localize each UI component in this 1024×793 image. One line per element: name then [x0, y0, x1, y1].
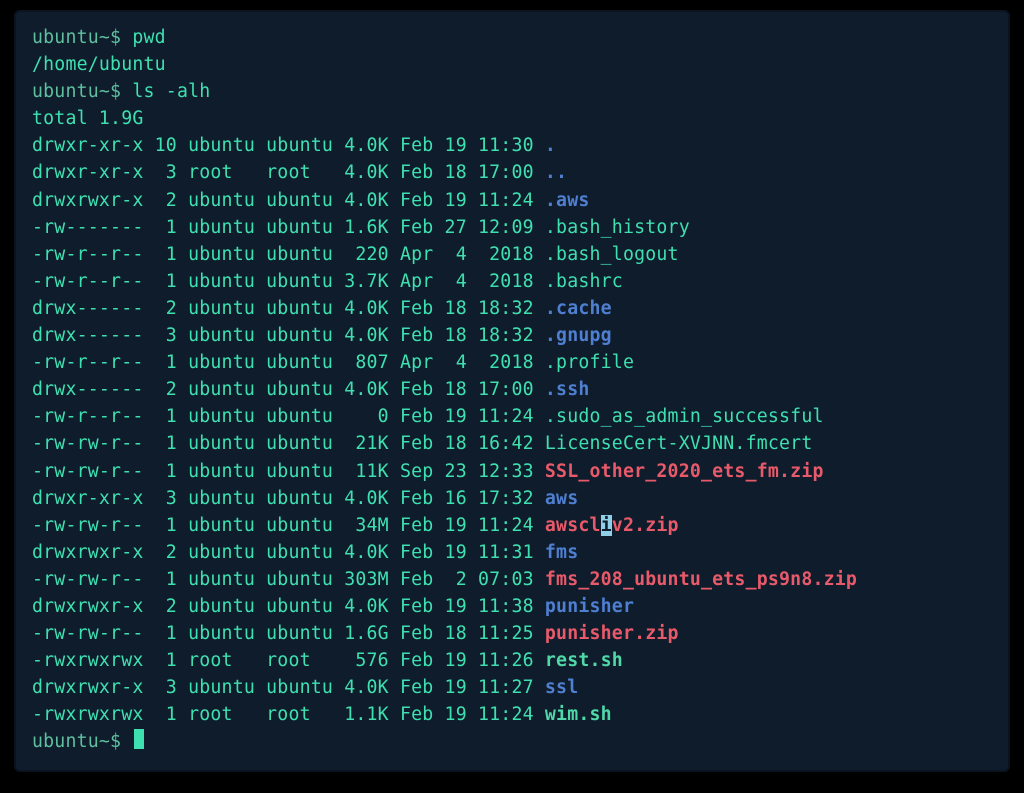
ls-filename: SSL_other_2020_ets_fm.zip [545, 461, 824, 482]
ls-filename: .bash_logout [545, 244, 679, 265]
ls-row: -rwxrwxrwx 1 root root 1.1K Feb 19 11:24… [32, 701, 992, 728]
ls-meta: -rw-r--r-- 1 ubuntu ubuntu 807 Apr 4 201… [32, 352, 545, 373]
ls-row: -rw-rw-r-- 1 ubuntu ubuntu 1.6G Feb 18 1… [32, 620, 992, 647]
ls-meta: drwxr-xr-x 3 root root 4.0K Feb 18 17:00 [32, 162, 545, 183]
ls-row: drwxrwxr-x 3 ubuntu ubuntu 4.0K Feb 19 1… [32, 674, 992, 701]
ls-row: drwxrwxr-x 2 ubuntu ubuntu 4.0K Feb 19 1… [32, 539, 992, 566]
ls-meta: -rw-r--r-- 1 ubuntu ubuntu 220 Apr 4 201… [32, 244, 545, 265]
ls-row: -rw-r--r-- 1 ubuntu ubuntu 807 Apr 4 201… [32, 349, 992, 376]
ls-row: -rw-r--r-- 1 ubuntu ubuntu 0 Feb 19 11:2… [32, 403, 992, 430]
ls-meta: -rwxrwxrwx 1 root root 576 Feb 19 11:26 [32, 650, 545, 671]
ls-meta: -rw-rw-r-- 1 ubuntu ubuntu 34M Feb 19 11… [32, 515, 545, 536]
command-pwd: pwd [132, 27, 165, 48]
ls-row: -rw-r--r-- 1 ubuntu ubuntu 3.7K Apr 4 20… [32, 268, 992, 295]
ls-meta: -rw------- 1 ubuntu ubuntu 1.6K Feb 27 1… [32, 217, 545, 238]
prompt-line-3[interactable]: ubuntu~$ [32, 728, 992, 755]
ls-filename: . [545, 135, 556, 156]
ls-filename: .ssh [545, 379, 590, 400]
ls-meta: drwx------ 2 ubuntu ubuntu 4.0K Feb 18 1… [32, 298, 545, 319]
ls-filename: .. [545, 162, 567, 183]
command-ls: ls -alh [132, 81, 210, 102]
ls-meta: drwx------ 2 ubuntu ubuntu 4.0K Feb 18 1… [32, 379, 545, 400]
ls-meta: drwxrwxr-x 3 ubuntu ubuntu 4.0K Feb 19 1… [32, 677, 545, 698]
text-cursor-icon: i [601, 515, 612, 536]
ls-listing: drwxr-xr-x 10 ubuntu ubuntu 4.0K Feb 19 … [32, 132, 992, 728]
shell-prompt: ubuntu~$ [32, 81, 132, 102]
ls-meta: -rw-rw-r-- 1 ubuntu ubuntu 21K Feb 18 16… [32, 433, 545, 454]
ls-meta: drwxrwxr-x 2 ubuntu ubuntu 4.0K Feb 19 1… [32, 542, 545, 563]
ls-row: drwxr-xr-x 10 ubuntu ubuntu 4.0K Feb 19 … [32, 132, 992, 159]
ls-row: drwxrwxr-x 2 ubuntu ubuntu 4.0K Feb 19 1… [32, 187, 992, 214]
ls-filename: .sudo_as_admin_successful [545, 406, 824, 427]
cursor-block [134, 729, 144, 749]
ls-row: drwxrwxr-x 2 ubuntu ubuntu 4.0K Feb 19 1… [32, 593, 992, 620]
ls-meta: drwxrwxr-x 2 ubuntu ubuntu 4.0K Feb 19 1… [32, 190, 545, 211]
ls-filename: punisher.zip [545, 623, 679, 644]
ls-filename: .profile [545, 352, 634, 373]
ls-filename: .gnupg [545, 325, 612, 346]
ls-row: -rw-rw-r-- 1 ubuntu ubuntu 303M Feb 2 07… [32, 566, 992, 593]
ls-filename: fms_208_ubuntu_ets_ps9n8.zip [545, 569, 857, 590]
ls-meta: drwxrwxr-x 2 ubuntu ubuntu 4.0K Feb 19 1… [32, 596, 545, 617]
ls-row: drwx------ 2 ubuntu ubuntu 4.0K Feb 18 1… [32, 295, 992, 322]
ls-meta: -rw-rw-r-- 1 ubuntu ubuntu 11K Sep 23 12… [32, 461, 545, 482]
ls-filename: fms [545, 542, 578, 563]
ls-row: -rw-rw-r-- 1 ubuntu ubuntu 21K Feb 18 16… [32, 430, 992, 457]
ls-meta: drwxr-xr-x 3 ubuntu ubuntu 4.0K Feb 16 1… [32, 488, 545, 509]
ls-row: -rw-rw-r-- 1 ubuntu ubuntu 34M Feb 19 11… [32, 512, 992, 539]
ls-meta: -rw-rw-r-- 1 ubuntu ubuntu 303M Feb 2 07… [32, 569, 545, 590]
ls-filename: LicenseCert-XVJNN.fmcert [545, 433, 813, 454]
ls-row: drwxr-xr-x 3 root root 4.0K Feb 18 17:00… [32, 159, 992, 186]
ls-row: -rw-rw-r-- 1 ubuntu ubuntu 11K Sep 23 12… [32, 458, 992, 485]
ls-row: drwx------ 2 ubuntu ubuntu 4.0K Feb 18 1… [32, 376, 992, 403]
ls-filename: rest.sh [545, 650, 623, 671]
ls-filename: aws [545, 488, 578, 509]
ls-filename: ssl [545, 677, 578, 698]
prompt-line-2: ubuntu~$ ls -alh [32, 78, 992, 105]
ls-filename: .cache [545, 298, 612, 319]
ls-meta: -rwxrwxrwx 1 root root 1.1K Feb 19 11:24 [32, 704, 545, 725]
ls-meta: drwxr-xr-x 10 ubuntu ubuntu 4.0K Feb 19 … [32, 135, 545, 156]
ls-row: -rw------- 1 ubuntu ubuntu 1.6K Feb 27 1… [32, 214, 992, 241]
ls-row: drwxr-xr-x 3 ubuntu ubuntu 4.0K Feb 16 1… [32, 485, 992, 512]
shell-prompt: ubuntu~$ [32, 731, 132, 752]
pwd-output: /home/ubuntu [32, 51, 992, 78]
ls-meta: -rw-r--r-- 1 ubuntu ubuntu 0 Feb 19 11:2… [32, 406, 545, 427]
terminal-window[interactable]: ubuntu~$ pwd /home/ubuntu ubuntu~$ ls -a… [14, 10, 1010, 772]
ls-meta: -rw-rw-r-- 1 ubuntu ubuntu 1.6G Feb 18 1… [32, 623, 545, 644]
ls-row: -rwxrwxrwx 1 root root 576 Feb 19 11:26 … [32, 647, 992, 674]
shell-prompt: ubuntu~$ [32, 27, 132, 48]
ls-row: -rw-r--r-- 1 ubuntu ubuntu 220 Apr 4 201… [32, 241, 992, 268]
ls-meta: -rw-r--r-- 1 ubuntu ubuntu 3.7K Apr 4 20… [32, 271, 545, 292]
ls-filename: wim.sh [545, 704, 612, 725]
ls-row: drwx------ 3 ubuntu ubuntu 4.0K Feb 18 1… [32, 322, 992, 349]
ls-filename: .bashrc [545, 271, 623, 292]
ls-filename: .aws [545, 190, 590, 211]
prompt-line-1: ubuntu~$ pwd [32, 24, 992, 51]
ls-filename: awscliv2.zip [545, 515, 679, 536]
ls-meta: drwx------ 3 ubuntu ubuntu 4.0K Feb 18 1… [32, 325, 545, 346]
ls-filename: .bash_history [545, 217, 690, 238]
ls-total: total 1.9G [32, 105, 992, 132]
ls-filename: punisher [545, 596, 634, 617]
